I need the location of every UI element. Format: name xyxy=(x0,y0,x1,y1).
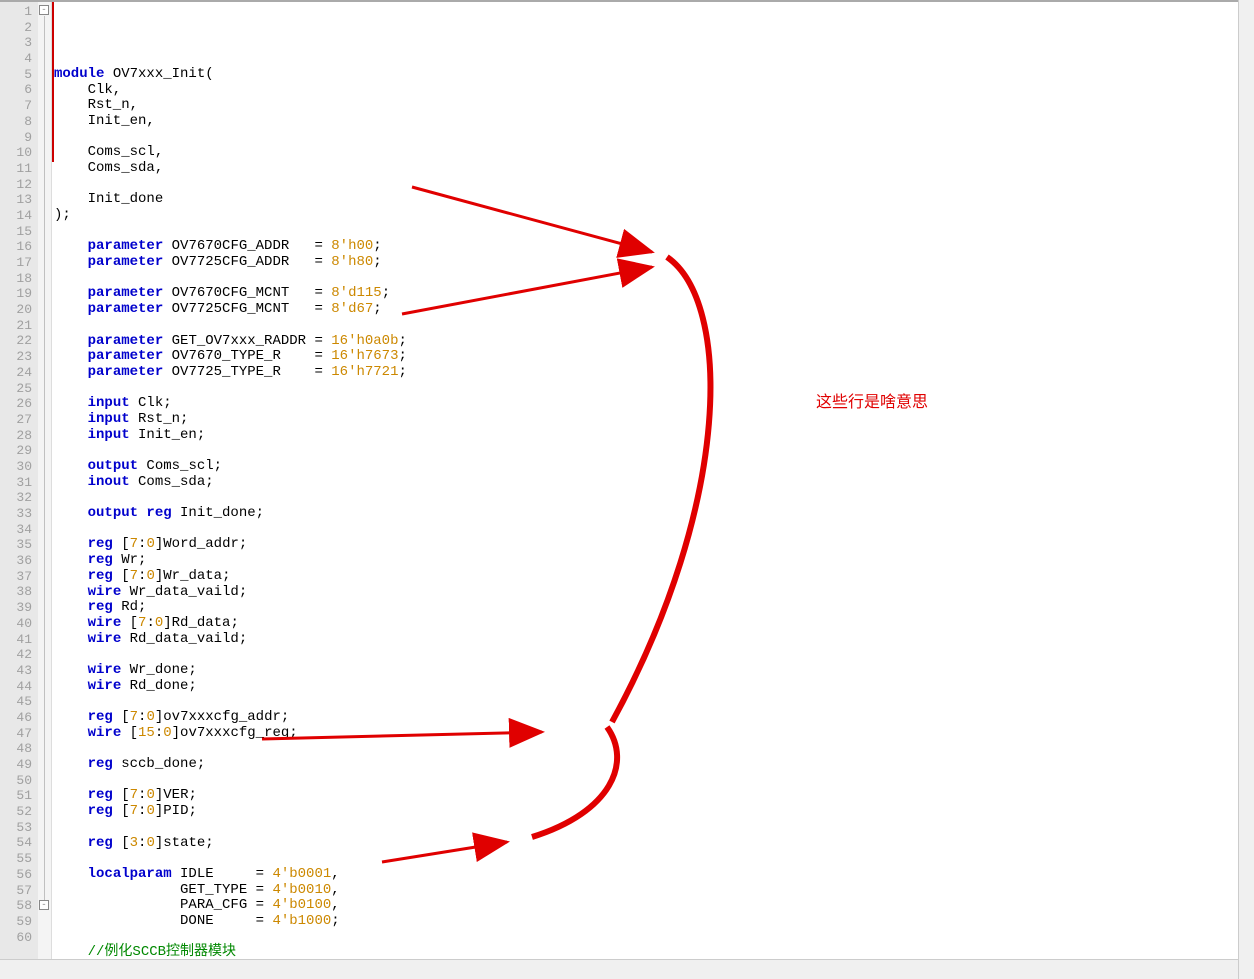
code-line[interactable] xyxy=(52,694,1252,710)
code-text-area[interactable]: 这些行是啥意思 module OV7xxx_Init( Clk, Rst_n, … xyxy=(52,2,1252,959)
code-line[interactable]: wire [7:0]Rd_data; xyxy=(52,616,1252,632)
code-line[interactable]: input Rst_n; xyxy=(52,412,1252,428)
code-line[interactable] xyxy=(52,851,1252,867)
code-line[interactable] xyxy=(52,522,1252,538)
code-line[interactable]: reg [3:0]state; xyxy=(52,836,1252,852)
code-line[interactable] xyxy=(52,773,1252,789)
code-line[interactable]: inout Coms_sda; xyxy=(52,475,1252,491)
line-gutter[interactable]: 1234567891011121314151617181920212223242… xyxy=(0,2,38,959)
code-line[interactable]: parameter OV7725CFG_MCNT = 8'd67; xyxy=(52,302,1252,318)
code-line[interactable]: parameter OV7725_TYPE_R = 16'h7721; xyxy=(52,365,1252,381)
code-line[interactable]: reg sccb_done; xyxy=(52,757,1252,773)
code-line[interactable]: output Coms_scl; xyxy=(52,459,1252,475)
vertical-scrollbar[interactable] xyxy=(1238,0,1254,979)
change-marker xyxy=(52,2,54,162)
code-line[interactable] xyxy=(52,647,1252,663)
code-line[interactable]: reg [7:0]VER; xyxy=(52,788,1252,804)
code-line[interactable]: module OV7xxx_Init( xyxy=(52,67,1252,83)
code-line[interactable]: GET_TYPE = 4'b0010, xyxy=(52,883,1252,899)
code-line[interactable]: reg Rd; xyxy=(52,600,1252,616)
code-line[interactable]: reg [7:0]ov7xxxcfg_addr; xyxy=(52,710,1252,726)
fold-minus-icon[interactable]: - xyxy=(39,900,49,910)
code-line[interactable]: reg [7:0]PID; xyxy=(52,804,1252,820)
code-line[interactable] xyxy=(52,318,1252,334)
code-line[interactable]: reg [7:0]Word_addr; xyxy=(52,537,1252,553)
code-line[interactable]: PARA_CFG = 4'b0100, xyxy=(52,898,1252,914)
code-line[interactable]: wire Wr_data_vaild; xyxy=(52,585,1252,601)
editor-container: 1234567891011121314151617181920212223242… xyxy=(0,0,1254,959)
code-line[interactable]: Rst_n, xyxy=(52,98,1252,114)
fold-guide xyxy=(44,16,45,901)
code-line[interactable]: output reg Init_done; xyxy=(52,506,1252,522)
code-line[interactable]: parameter OV7670CFG_MCNT = 8'd115; xyxy=(52,286,1252,302)
code-line[interactable]: ); xyxy=(52,208,1252,224)
code-line[interactable] xyxy=(52,930,1252,946)
code-line[interactable]: parameter GET_OV7xxx_RADDR = 16'h0a0b; xyxy=(52,334,1252,350)
fold-column[interactable]: - - xyxy=(38,2,52,959)
code-line[interactable]: Coms_sda, xyxy=(52,161,1252,177)
code-line[interactable]: Coms_scl, xyxy=(52,145,1252,161)
code-line[interactable] xyxy=(52,177,1252,193)
code-line[interactable] xyxy=(52,443,1252,459)
status-bar xyxy=(0,959,1254,979)
code-line[interactable]: reg [7:0]Wr_data; xyxy=(52,569,1252,585)
code-line[interactable]: input Clk; xyxy=(52,396,1252,412)
code-line[interactable]: DONE = 4'b1000; xyxy=(52,914,1252,930)
code-line[interactable]: parameter OV7670CFG_ADDR = 8'h00; xyxy=(52,239,1252,255)
code-line[interactable]: Init_en, xyxy=(52,114,1252,130)
code-line[interactable]: wire Rd_done; xyxy=(52,679,1252,695)
code-line[interactable] xyxy=(52,381,1252,397)
code-line[interactable] xyxy=(52,741,1252,757)
code-line[interactable]: wire Rd_data_vaild; xyxy=(52,632,1252,648)
code-line[interactable]: localparam IDLE = 4'b0001, xyxy=(52,867,1252,883)
code-line[interactable] xyxy=(52,224,1252,240)
code-line[interactable]: reg Wr; xyxy=(52,553,1252,569)
code-line[interactable] xyxy=(52,271,1252,287)
code-line[interactable] xyxy=(52,130,1252,146)
code-line[interactable]: parameter OV7725CFG_ADDR = 8'h80; xyxy=(52,255,1252,271)
code-line[interactable]: Clk, xyxy=(52,83,1252,99)
code-line[interactable]: //例化SCCB控制器模块 xyxy=(52,945,1252,959)
code-line[interactable]: input Init_en; xyxy=(52,428,1252,444)
code-line[interactable]: Init_done xyxy=(52,192,1252,208)
code-line[interactable] xyxy=(52,820,1252,836)
code-line[interactable]: wire Wr_done; xyxy=(52,663,1252,679)
code-line[interactable]: parameter OV7670_TYPE_R = 16'h7673; xyxy=(52,349,1252,365)
code-line[interactable]: wire [15:0]ov7xxxcfg_reg; xyxy=(52,726,1252,742)
code-line[interactable] xyxy=(52,490,1252,506)
fold-minus-icon[interactable]: - xyxy=(39,5,49,15)
